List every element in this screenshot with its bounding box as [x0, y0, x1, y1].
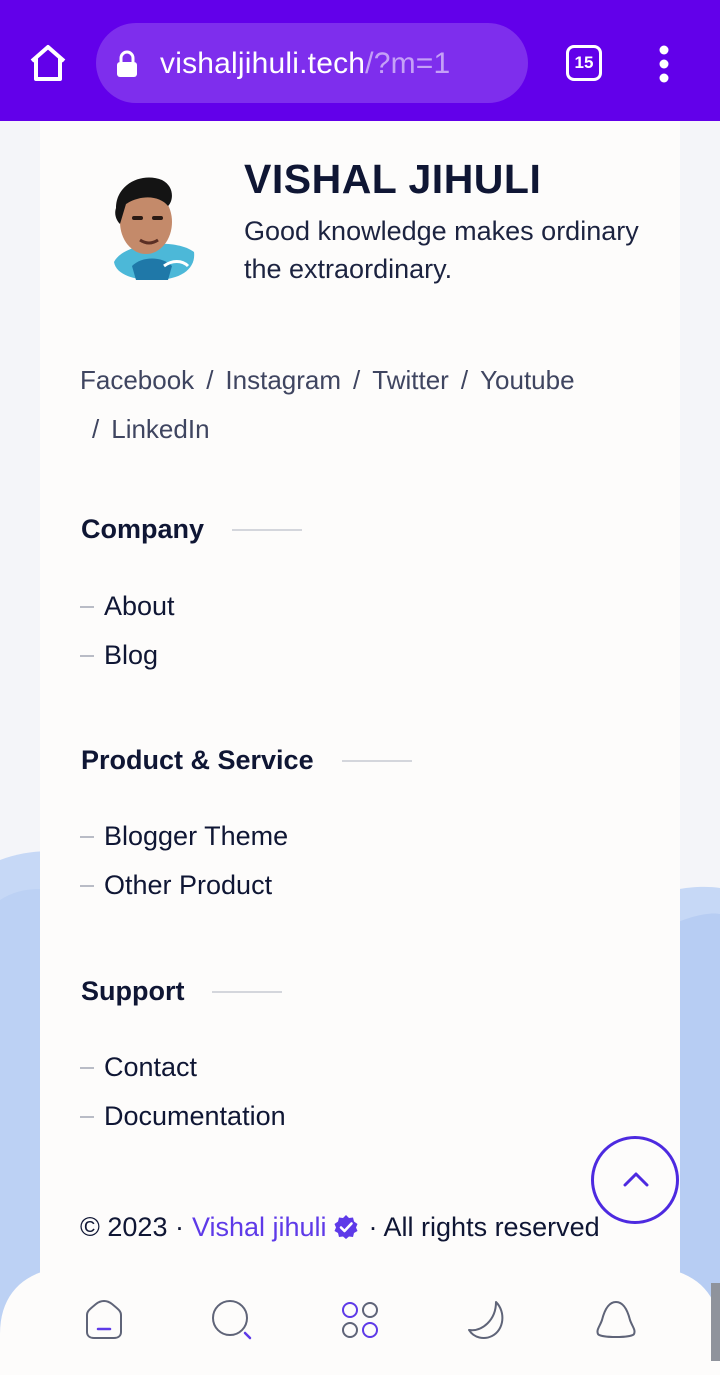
apps-icon[interactable]: [338, 1298, 382, 1342]
url-path: /?m=1: [365, 47, 451, 80]
dash-icon: [80, 1115, 94, 1118]
url-domain: vishaljihuli.tech: [160, 47, 366, 80]
social-separator: /: [206, 365, 214, 395]
home-icon[interactable]: [82, 1298, 126, 1342]
dash-icon: [80, 835, 94, 838]
social-link-twitter[interactable]: Twitter: [372, 365, 449, 395]
page-scrollbar[interactable]: [711, 1283, 720, 1361]
section-title-text: Company: [81, 514, 205, 544]
social-link-facebook[interactable]: Facebook: [80, 365, 194, 395]
dash-icon: [80, 1066, 94, 1069]
link-label: Contact: [104, 1052, 198, 1082]
social-separator: /: [353, 365, 361, 395]
notification-icon[interactable]: [594, 1298, 638, 1342]
author-tagline: Good knowledge makes ordinary the extrao…: [244, 216, 639, 284]
verified-badge-icon: [334, 1215, 358, 1239]
section-title-text: Product & Service: [81, 745, 314, 775]
social-links: Facebook / Instagram / Twitter / Youtube / Linke…: [80, 356, 640, 454]
author-name: VISHAL JIHULI: [244, 156, 542, 202]
dark-mode-icon[interactable]: [466, 1298, 510, 1342]
social-link-linkedin[interactable]: LinkedIn: [111, 414, 209, 444]
section-title-support: Support: [81, 976, 283, 1007]
dash-icon: [80, 884, 94, 887]
link-about[interactable]: About: [80, 582, 175, 631]
section-title-company: Company: [81, 514, 303, 545]
url-text[interactable]: vishaljihuli.tech/?m=1: [160, 44, 450, 84]
dash-icon: [80, 605, 94, 608]
link-label: Documentation: [104, 1101, 286, 1131]
tab-switcher-button[interactable]: 15: [566, 45, 602, 81]
section-title-product-service: Product & Service: [81, 745, 412, 776]
more-menu-icon[interactable]: [652, 44, 676, 84]
section-divider: [212, 990, 283, 993]
social-separator: /: [92, 414, 100, 444]
copyright-text: © 2023 ·: [80, 1212, 184, 1242]
scroll-to-top-button[interactable]: [591, 1136, 679, 1224]
home-icon[interactable]: [24, 39, 72, 87]
browser-toolbar: vishaljihuli.tech/?m=1 15: [0, 0, 720, 121]
link-label: About: [104, 591, 175, 621]
link-label: Other Product: [104, 870, 273, 900]
link-label: Blogger Theme: [104, 821, 289, 851]
lock-icon: [117, 50, 137, 77]
search-icon[interactable]: [210, 1298, 254, 1342]
link-blogger-theme[interactable]: Blogger Theme: [80, 812, 288, 861]
link-other-product[interactable]: Other Product: [80, 861, 288, 910]
link-blog[interactable]: Blog: [80, 631, 175, 680]
section-title-text: Support: [81, 976, 185, 1006]
link-contact[interactable]: Contact: [80, 1043, 286, 1092]
social-link-youtube[interactable]: Youtube: [480, 365, 574, 395]
link-label: Blog: [104, 640, 159, 670]
rights-text: · All rights reserved: [368, 1212, 600, 1242]
dash-icon: [80, 654, 94, 657]
product-links: Blogger Theme Other Product: [80, 812, 288, 910]
social-separator: /: [460, 365, 469, 395]
support-links: Contact Documentation: [80, 1043, 286, 1141]
copyright-line: © 2023 · Vishal jihuli · All rights rese…: [80, 1205, 600, 1249]
owner-link[interactable]: Vishal jihuli: [192, 1205, 327, 1249]
section-divider: [232, 528, 303, 531]
chevron-up-icon: [623, 1172, 649, 1187]
social-link-instagram[interactable]: Instagram: [225, 365, 341, 395]
section-divider: [341, 759, 412, 762]
link-documentation[interactable]: Documentation: [80, 1092, 286, 1141]
company-links: About Blog: [80, 582, 175, 680]
author-avatar: [114, 177, 195, 280]
